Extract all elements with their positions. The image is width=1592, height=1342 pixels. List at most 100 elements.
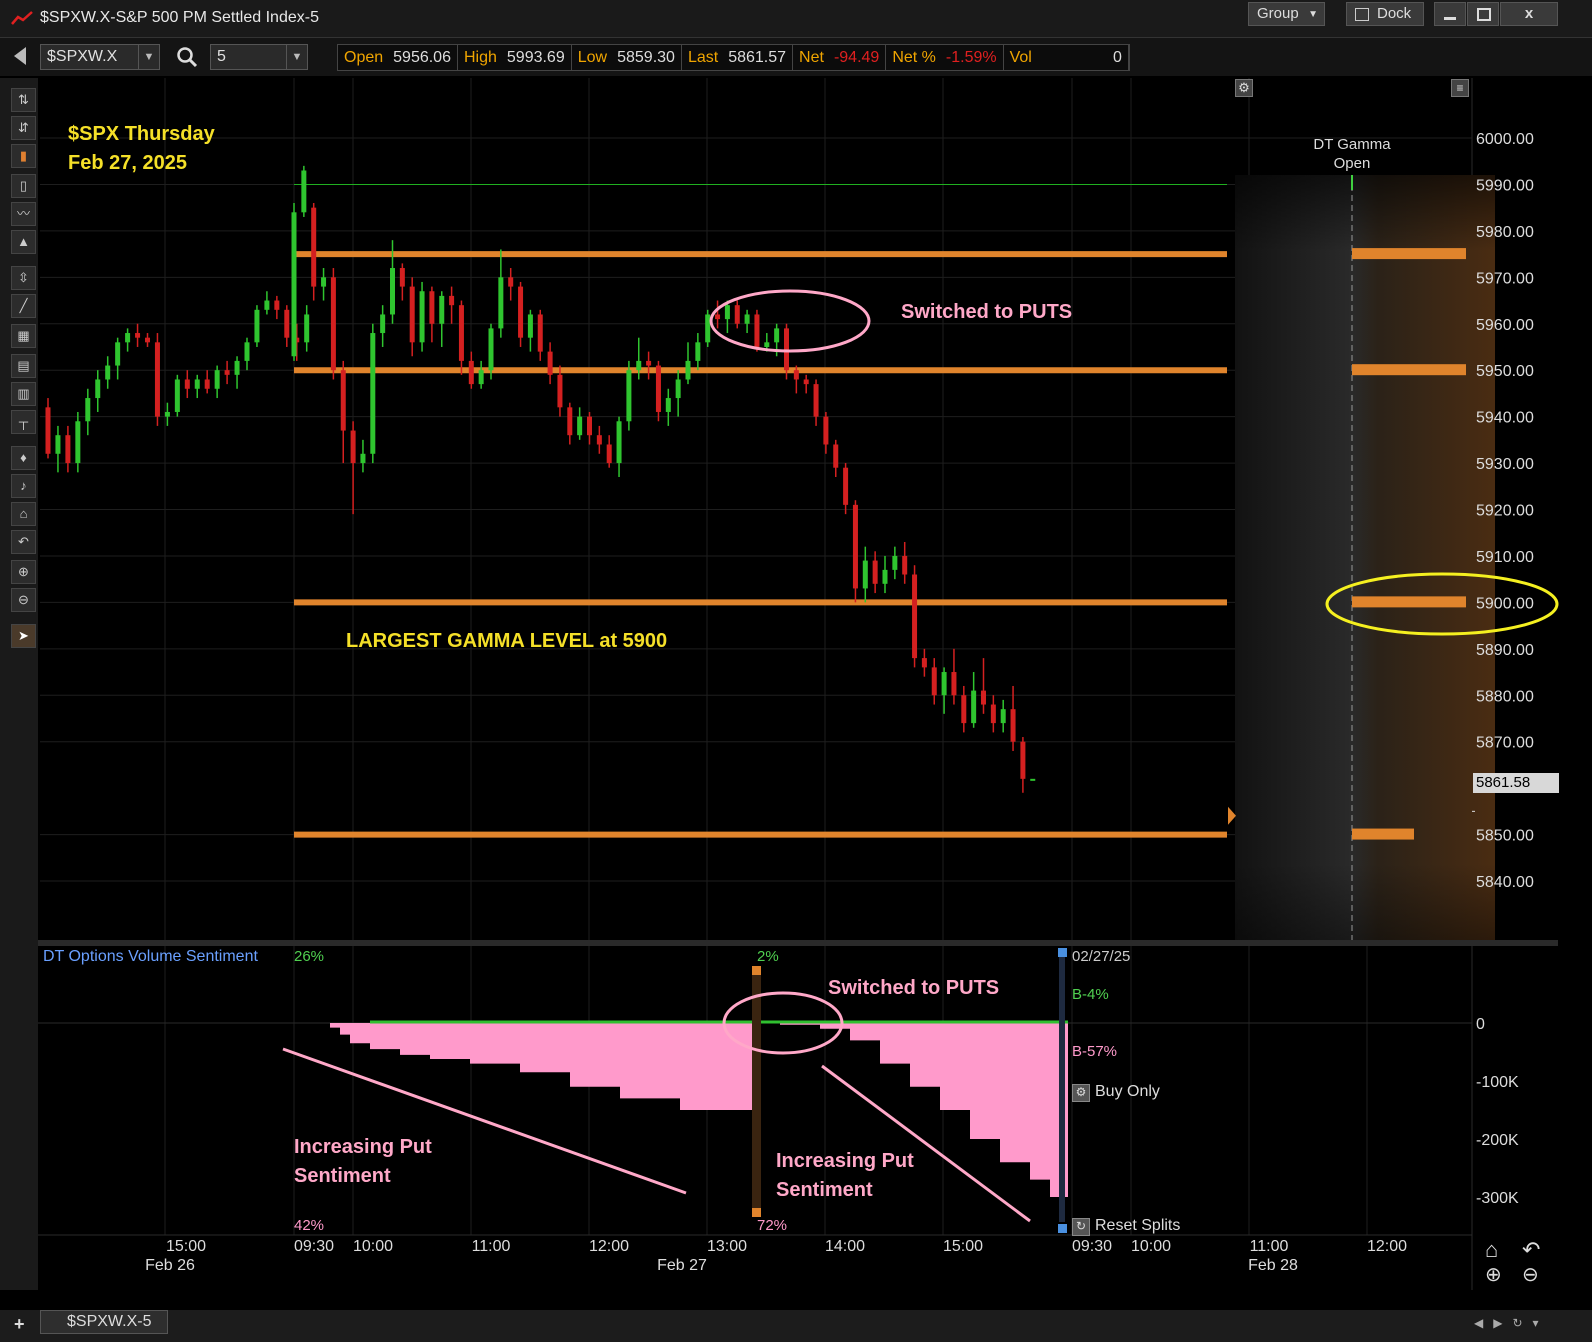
sentiment-buy-pct2: B-57% [1072, 1043, 1118, 1060]
candle-body [902, 555, 908, 575]
candle-body [45, 407, 51, 454]
candle-body [527, 314, 533, 338]
candle-body [95, 379, 101, 399]
candle-body [234, 360, 240, 375]
candle-body [145, 337, 150, 343]
candle-body [636, 360, 642, 371]
candle-body [274, 300, 280, 310]
candle-body [724, 305, 730, 320]
candle-body [360, 453, 366, 464]
zoom-out-icon[interactable]: ⊖ [1522, 1262, 1539, 1287]
gamma-level-bar [1352, 364, 1466, 376]
candle-body [340, 370, 346, 431]
candle-body [1000, 709, 1006, 724]
sentiment-pct-top-left: 26% [294, 948, 325, 965]
add-tab-icon[interactable]: + [14, 1314, 25, 1335]
candle-body [705, 314, 711, 343]
session-marker-bottom [752, 1208, 761, 1217]
menu-icon[interactable]: ≡ [1451, 79, 1469, 97]
price-tick-label: 5900.00 [1476, 595, 1534, 612]
candle-body [695, 342, 701, 361]
gamma-header: DT Gamma Open [1292, 135, 1412, 173]
candle-body [971, 690, 977, 724]
candle-body [626, 370, 632, 422]
time-tick-label: 10:00 [353, 1238, 393, 1255]
candle-body [449, 295, 455, 306]
sentiment-pct-bottom-left: 42% [294, 1217, 325, 1234]
candle-body [458, 305, 464, 361]
last-price-tag: 5861.58 [1473, 773, 1559, 793]
time-tick-label: 15:00 [943, 1238, 983, 1255]
increasing-put-1-line1: Increasing Put [294, 1136, 432, 1158]
candle-body [301, 170, 307, 213]
gamma-header-line1: DT Gamma [1313, 136, 1391, 153]
candle-body [65, 435, 71, 464]
undo-icon[interactable]: ↶ [1522, 1237, 1540, 1263]
candle-body [793, 370, 799, 380]
settings-icon[interactable]: ⚙ [1235, 79, 1253, 97]
candle-body [488, 328, 494, 371]
time-axis[interactable]: 15:00 09:30 10:00 11:00 12:00 13:00 14:00 15:00… [145, 1238, 1407, 1274]
candle-body [264, 300, 270, 310]
chart-area[interactable]: 6000.00 5990.00 5980.00 5970.00 5960.00 5950.… [0, 0, 1592, 1342]
session-marker [752, 966, 761, 1216]
sentiment-title: DT Options Volume Sentiment [43, 948, 258, 965]
panel-splitter [38, 940, 1558, 946]
candle-body [852, 504, 858, 589]
candle-body [204, 379, 210, 389]
zoom-in-icon[interactable]: ⊕ [1485, 1262, 1502, 1287]
price-tick-label: 5990.00 [1476, 177, 1534, 194]
candle-body [596, 435, 602, 445]
gamma-level-bar [1352, 248, 1466, 260]
home-icon[interactable]: ⌂ [1485, 1237, 1498, 1263]
settings-icon: ⚙ [1072, 1084, 1090, 1102]
time-tick-label: 09:30 [294, 1238, 334, 1255]
title-line1: $SPX Thursday [68, 123, 215, 145]
candle-body [419, 291, 425, 343]
candle-body [478, 370, 484, 385]
price-tick-label: 5950.00 [1476, 363, 1534, 380]
candle-body [734, 305, 740, 324]
candle-body [468, 360, 474, 385]
tab-nav-icons[interactable]: ◀▶↻▾ [1474, 1316, 1549, 1330]
sentiment-pct-top-mid: 2% [757, 948, 779, 965]
candle-body [990, 704, 996, 724]
switched-puts-bottom-annotation: Switched to PUTS [828, 977, 1000, 999]
buy-only-button[interactable]: ⚙ Buy Only [1072, 1083, 1160, 1102]
date-tick-label: Feb 26 [145, 1257, 195, 1274]
time-tick-label: 12:00 [1367, 1238, 1407, 1255]
chart-title-annotation: $SPX Thursday Feb 27, 2025 [68, 120, 215, 178]
candle-body [567, 407, 573, 436]
price-tick-label: 5940.00 [1476, 410, 1534, 427]
title-line2: Feb 27, 2025 [68, 152, 187, 174]
candle-body [587, 416, 592, 436]
candle-body [75, 421, 81, 464]
time-tick-label: 15:00 [166, 1238, 206, 1255]
gamma-level-bar [1352, 828, 1414, 840]
sentiment-tick-label: -200K [1476, 1132, 1519, 1149]
candle-body [164, 411, 170, 417]
candle-body [224, 370, 230, 375]
candle-body [184, 379, 190, 389]
candle-body [390, 268, 395, 315]
tab-spxw[interactable]: $SPXW.X-5 [40, 1310, 168, 1334]
price-tick-label: 5870.00 [1476, 735, 1534, 752]
reset-splits-label: Reset Splits [1095, 1217, 1181, 1234]
candle-body [439, 295, 445, 324]
reset-icon: ↻ [1072, 1218, 1090, 1236]
candle-body [557, 374, 563, 408]
candle-body [606, 444, 612, 464]
candle-body [823, 416, 829, 445]
candle-body [105, 365, 111, 380]
reset-splits-button[interactable]: ↻ Reset Splits [1072, 1217, 1180, 1236]
candle-body [813, 384, 819, 417]
buy-only-label: Buy Only [1095, 1083, 1160, 1100]
candle-body [330, 277, 336, 371]
candle-body [912, 574, 918, 659]
candle-body [115, 342, 121, 366]
price-tick-label: 5980.00 [1476, 224, 1534, 241]
time-tick-label: 09:30 [1072, 1238, 1112, 1255]
candle-body [803, 379, 809, 385]
candle-body [350, 430, 356, 464]
candle-body [508, 277, 514, 287]
